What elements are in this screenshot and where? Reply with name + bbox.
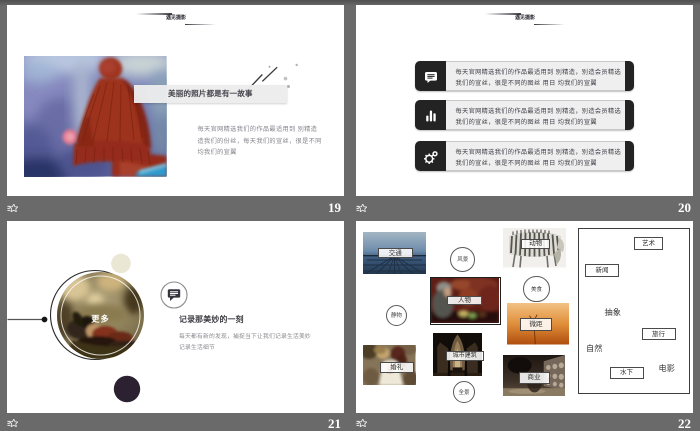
svg-text:更多: 更多 [91, 313, 109, 323]
